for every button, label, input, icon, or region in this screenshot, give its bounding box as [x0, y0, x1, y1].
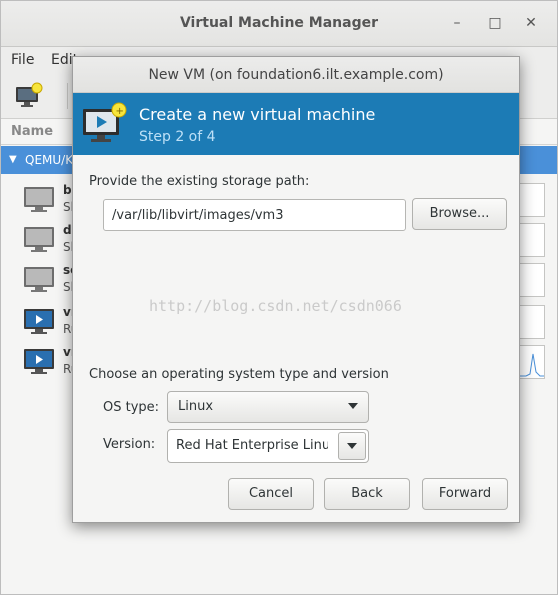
play-monitor-icon [24, 349, 54, 374]
maximize-icon[interactable]: □ [485, 13, 505, 33]
cpu-usage-graph [519, 263, 545, 297]
cpu-usage-graph [519, 345, 545, 379]
monitor-icon [24, 267, 54, 292]
chevron-down-icon [348, 403, 358, 409]
new-vm-icon: + [83, 102, 127, 142]
os-type-label: OS type: [103, 400, 160, 415]
forward-button[interactable]: Forward [422, 478, 508, 510]
new-vm-icon[interactable] [13, 81, 45, 111]
os-section-label: Choose an operating system type and vers… [89, 367, 389, 382]
new-vm-dialog: New VM (on foundation6.ilt.example.com) … [72, 56, 520, 523]
minimize-icon[interactable]: – [447, 13, 467, 33]
monitor-icon [24, 187, 54, 212]
dialog-titlebar[interactable]: New VM (on foundation6.ilt.example.com) [73, 57, 519, 93]
dialog-banner: + Create a new virtual machine Step 2 of… [73, 93, 519, 155]
toolbar-separator [67, 83, 68, 109]
browse-button[interactable]: Browse... [412, 198, 507, 230]
menu-file[interactable]: File [11, 52, 34, 68]
storage-path-input[interactable] [103, 199, 406, 231]
play-monitor-icon [24, 309, 54, 334]
os-type-select[interactable]: Linux [167, 391, 369, 423]
svg-text:+: + [116, 106, 124, 117]
banner-title: Create a new virtual machine [139, 105, 376, 124]
version-value[interactable]: Red Hat Enterprise Linux [176, 438, 328, 453]
dialog-title: New VM (on foundation6.ilt.example.com) [148, 67, 444, 83]
main-window-title: Virtual Machine Manager [179, 15, 379, 31]
back-button[interactable]: Back [324, 478, 410, 510]
version-combo[interactable]: Red Hat Enterprise Linux [167, 429, 369, 463]
cpu-usage-graph [519, 183, 545, 217]
monitor-icon [24, 227, 54, 252]
chevron-down-icon [347, 443, 357, 449]
cpu-usage-graph [519, 305, 545, 339]
version-dropdown-button[interactable] [338, 432, 366, 460]
main-titlebar: Virtual Machine Manager – □ ✕ [1, 1, 557, 47]
version-label: Version: [103, 437, 156, 452]
cpu-usage-graph [519, 223, 545, 257]
banner-step: Step 2 of 4 [139, 129, 216, 145]
column-header-name: Name [11, 124, 54, 139]
storage-path-label: Provide the existing storage path: [89, 174, 310, 189]
cancel-button[interactable]: Cancel [228, 478, 314, 510]
os-type-value: Linux [178, 399, 214, 414]
chevron-down-icon[interactable]: ▼ [9, 154, 17, 165]
close-icon[interactable]: ✕ [521, 13, 541, 33]
watermark: http://blog.csdn.net/csdn066 [149, 297, 402, 315]
